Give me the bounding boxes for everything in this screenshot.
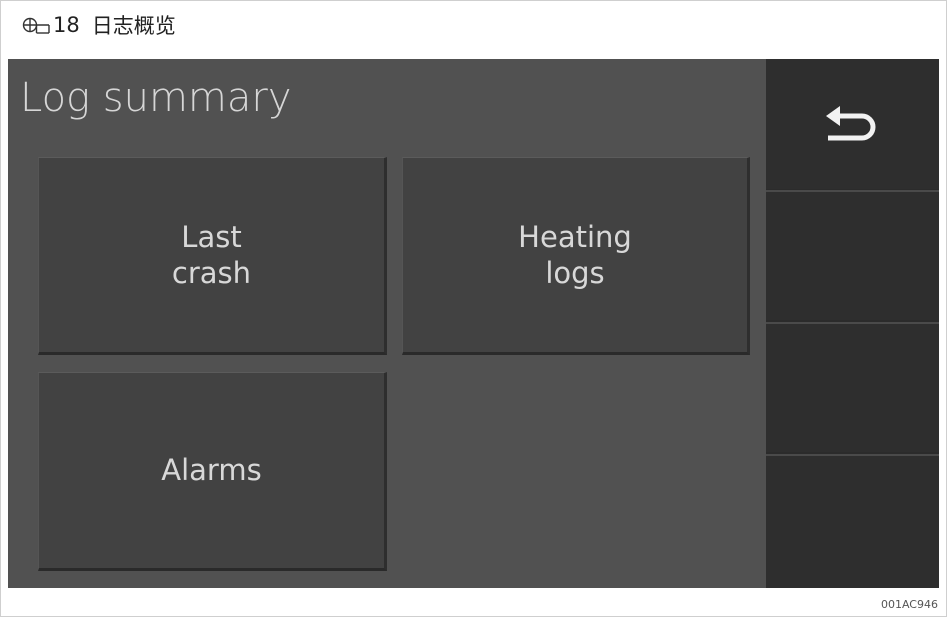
back-button[interactable] (766, 59, 939, 189)
figure-frame: 18 日志概览 Log summary Last crash Heating l… (0, 0, 947, 617)
heating-logs-label: Heating logs (518, 219, 632, 290)
figure-header: 18 日志概览 (1, 1, 946, 49)
heating-logs-button[interactable]: Heating logs (402, 157, 750, 355)
page-title: Log summary (20, 75, 292, 121)
sidebar-button-2[interactable] (766, 190, 939, 320)
sidebar-button-3[interactable] (766, 322, 939, 452)
figure-number: 18 (53, 13, 80, 37)
sidebar-button-4[interactable] (766, 454, 939, 588)
figure-code: 001AC946 (880, 598, 938, 611)
figure-icon (22, 17, 50, 34)
alarms-label: Alarms (161, 453, 262, 488)
alarms-button[interactable]: Alarms (38, 372, 387, 571)
last-crash-label: Last crash (171, 219, 252, 290)
back-arrow-icon (826, 106, 876, 141)
last-crash-button[interactable]: Last crash (38, 157, 387, 355)
sidebar (766, 59, 939, 588)
figure-title: 日志概览 (91, 14, 176, 38)
device-screen: Log summary Last crash Heating logs Alar… (8, 59, 939, 588)
